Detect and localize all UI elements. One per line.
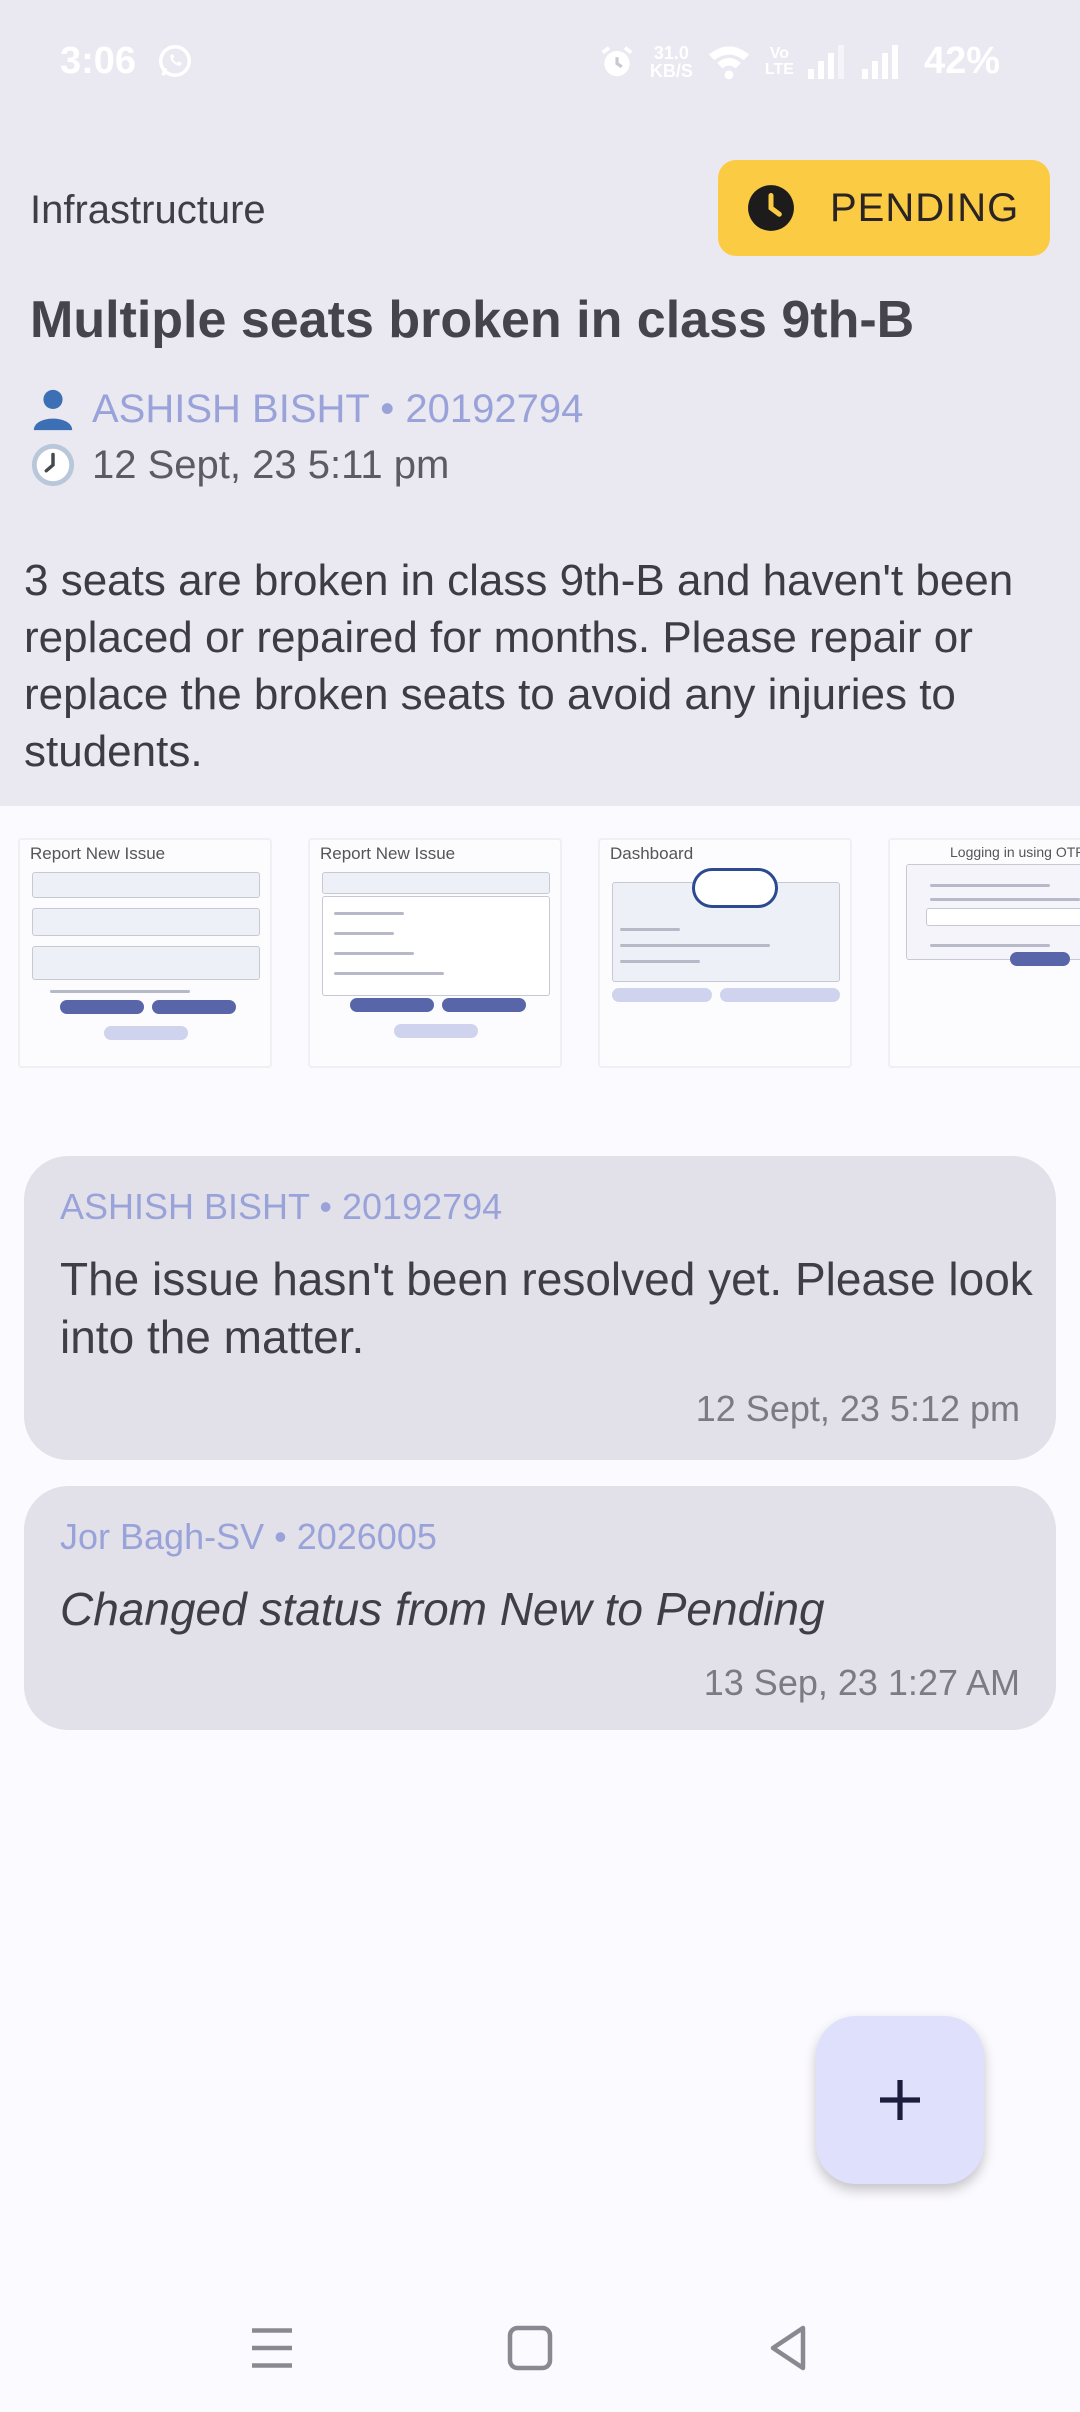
- comment-card: Jor Bagh-SV • 2026005 Changed status fro…: [24, 1486, 1056, 1730]
- battery-percent: 42%: [923, 40, 1000, 82]
- clock-emoji-icon: [31, 443, 75, 487]
- issue-title: Multiple seats broken in class 9th-B: [30, 291, 915, 349]
- attachment-thumbnail[interactable]: Report New Issue: [18, 838, 272, 1068]
- menu-icon[interactable]: [242, 2318, 302, 2378]
- reporter-name: ASHISH BISHT • 20192794: [92, 386, 584, 431]
- signal-icon-sim2: [861, 44, 898, 79]
- alarm-icon: [601, 45, 633, 76]
- attachment-thumbnail[interactable]: Logging in using OTP: [888, 838, 1080, 1068]
- volte-indicator: Vo LTE: [764, 44, 794, 78]
- thumbnail-title: Report New Issue: [320, 844, 456, 863]
- network-speed: 31.0 KB/S: [649, 42, 693, 81]
- home-icon[interactable]: [500, 2318, 560, 2378]
- add-comment-button[interactable]: [816, 2016, 984, 2184]
- back-icon[interactable]: [758, 2318, 818, 2378]
- issue-description: 3 seats are broken in class 9th-B and ha…: [24, 556, 1014, 776]
- status-label: PENDING: [830, 185, 1020, 230]
- attachment-thumbnail[interactable]: Report New Issue: [308, 838, 562, 1068]
- status-time: 3:06: [60, 40, 137, 82]
- whatsapp-icon: [159, 45, 191, 77]
- comment-card: ASHISH BISHT • 20192794 The issue hasn't…: [24, 1156, 1056, 1460]
- thumbnail-title: Logging in using OTP: [950, 844, 1080, 860]
- thumbnail-title: Dashboard: [610, 844, 694, 863]
- created-line: 12 Sept, 23 5:11 pm: [30, 442, 449, 488]
- plus-icon: [880, 2080, 920, 2120]
- attachment-gallery[interactable]: Report New Issue Report New Issue Dashbo…: [0, 838, 1080, 1070]
- status-icons: 31.0 KB/S Vo LTE 42%: [598, 40, 1000, 83]
- created-time: 12 Sept, 23 5:11 pm: [92, 442, 450, 487]
- status-badge[interactable]: PENDING: [718, 160, 1050, 256]
- system-navigation-bar: [0, 2282, 1080, 2412]
- comment-author: Jor Bagh-SV • 2026005: [60, 1516, 437, 1557]
- comment-author: ASHISH BISHT • 20192794: [60, 1186, 503, 1227]
- comment-text: The issue hasn't been resolved yet. Plea…: [60, 1253, 1033, 1363]
- status-change-text: Changed status from New to Pending: [60, 1583, 825, 1635]
- issue-category: Infrastructure: [30, 188, 266, 232]
- comment-time: 13 Sep, 23 1:27 AM: [703, 1662, 1020, 1703]
- attachment-thumbnail[interactable]: Dashboard: [598, 838, 852, 1068]
- clock-icon: [748, 185, 794, 231]
- comment-time: 12 Sept, 23 5:12 pm: [695, 1388, 1020, 1429]
- signal-icon-sim1: [807, 44, 844, 79]
- person-icon: [33, 389, 73, 431]
- wifi-icon: [708, 45, 750, 79]
- reporter-line: ASHISH BISHT • 20192794: [30, 386, 583, 432]
- status-bar: 3:06 31.0 KB/S Vo LTE 42%: [0, 0, 1080, 126]
- thumbnail-title: Report New Issue: [30, 844, 166, 863]
